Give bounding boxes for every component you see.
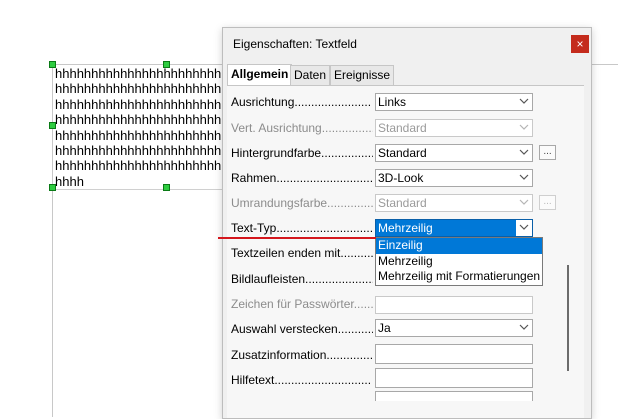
umrandungsfarbe-select[interactable]: Standard (375, 194, 533, 212)
label-bildlaufleisten: Bildlaufleisten......................... (231, 272, 373, 286)
next-field-partial[interactable] (375, 391, 533, 401)
annotation-red-underline (218, 237, 376, 239)
textfield-control[interactable]: hhhhhhhhhhhhhhhhhhhhhhhh hhhhhhhhhhhhhhh… (52, 64, 222, 188)
scrollbar-thumb[interactable] (567, 265, 569, 371)
chevron-down-icon (516, 195, 532, 211)
label-zeichen-fuer-passwoerter: Zeichen für Passwörter........ (231, 297, 373, 311)
label-ausrichtung: Ausrichtung....................... (231, 95, 372, 109)
umrandungsfarbe-more-button[interactable]: ... (539, 195, 556, 210)
dropdown-option-mehrzeilig-mit-formatierungen[interactable]: Mehrzeilig mit Formatierungen (376, 269, 542, 285)
textfield-bottom-guide (52, 189, 222, 190)
zeichen-fuer-passwoerter-input[interactable] (375, 296, 533, 314)
auswahl-verstecken-value: Ja (378, 321, 391, 335)
label-auswahl-verstecken: Auswahl verstecken............. (231, 322, 373, 336)
chevron-down-icon (516, 94, 532, 110)
ausrichtung-value: Links (378, 95, 407, 109)
rahmen-select[interactable]: 3D-Look (375, 169, 533, 187)
resize-handle-top-center[interactable] (163, 61, 170, 68)
dropdown-option-mehrzeilig[interactable]: Mehrzeilig (376, 254, 542, 270)
text-typ-value: Mehrzeilig (378, 221, 433, 235)
label-rahmen: Rahmen............................... (231, 171, 373, 185)
resize-handle-bottom-left[interactable] (49, 184, 56, 191)
dropdown-option-einzeilig[interactable]: Einzeilig (376, 238, 542, 254)
hilfetext-input[interactable] (375, 368, 533, 388)
resize-handle-middle-left[interactable] (49, 122, 56, 129)
label-hintergrundfarbe: Hintergrundfarbe.................. (231, 146, 373, 160)
auswahl-verstecken-select[interactable]: Ja (375, 319, 533, 337)
label-vert-ausrichtung: Vert. Ausrichtung................ (231, 121, 373, 135)
label-hilfetext: Hilfetext............................. (231, 373, 372, 387)
resize-handle-top-left[interactable] (49, 61, 56, 68)
label-textzeilen-enden-mit: Textzeilen enden mit............ (231, 246, 373, 260)
chevron-down-icon (516, 170, 532, 186)
chevron-down-icon (516, 320, 532, 336)
resize-handle-bottom-center[interactable] (163, 184, 170, 191)
text-typ-dropdown-list[interactable]: Einzeilig Mehrzeilig Mehrzeilig mit Form… (375, 237, 543, 286)
vert-ausrichtung-value: Standard (378, 121, 427, 135)
label-text-typ: Text-Typ............................... (231, 221, 373, 235)
label-zusatzinformation: Zusatzinformation................. (231, 348, 373, 362)
text-typ-select[interactable]: Mehrzeilig (375, 219, 533, 237)
umrandungsfarbe-value: Standard (378, 196, 427, 210)
zusatzinformation-input[interactable] (375, 344, 533, 364)
ausrichtung-select[interactable]: Links (375, 93, 533, 111)
hintergrundfarbe-select[interactable]: Standard (375, 144, 533, 162)
chevron-down-icon (516, 120, 532, 136)
chevron-down-icon (515, 220, 532, 236)
textfield-content: hhhhhhhhhhhhhhhhhhhhhhhh hhhhhhhhhhhhhhh… (55, 66, 222, 188)
chevron-down-icon (516, 145, 532, 161)
label-umrandungsfarbe: Umrandungsfarbe............... (231, 196, 373, 210)
vert-ausrichtung-select[interactable]: Standard (375, 119, 533, 137)
rahmen-value: 3D-Look (378, 171, 424, 185)
hintergrundfarbe-more-button[interactable]: ... (539, 145, 556, 160)
hintergrundfarbe-value: Standard (378, 146, 427, 160)
property-rows: Ausrichtung....................... Links… (222, 0, 618, 417)
